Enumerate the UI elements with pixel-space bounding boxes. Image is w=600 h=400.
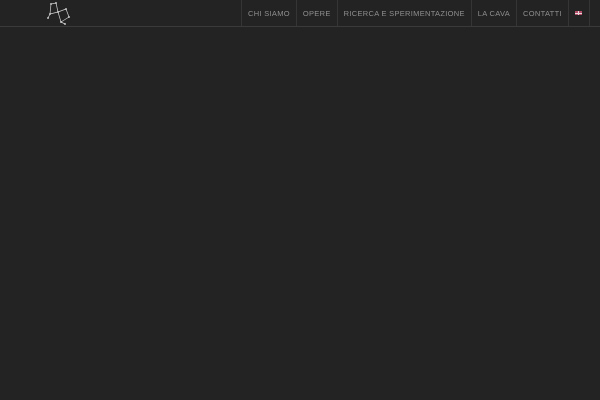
site-header: CHI SIAMO OPERE RICERCA E SPERIMENTAZION…: [0, 0, 600, 27]
nav-item-ricerca-e-sperimentazione[interactable]: RICERCA E SPERIMENTAZIONE: [338, 0, 472, 26]
main-nav: CHI SIAMO OPERE RICERCA E SPERIMENTAZION…: [241, 0, 590, 26]
nav-item-chi-siamo[interactable]: CHI SIAMO: [242, 0, 297, 26]
uk-flag-icon: [574, 11, 582, 15]
nav-item-opere[interactable]: OPERE: [297, 0, 338, 26]
page: CHI SIAMO OPERE RICERCA E SPERIMENTAZION…: [0, 0, 600, 400]
constellation-logo-icon: [47, 2, 70, 25]
nav-item-la-cava[interactable]: LA CAVA: [472, 0, 518, 26]
logo-link[interactable]: [44, 1, 72, 25]
language-switch[interactable]: [569, 0, 590, 26]
nav-item-contatti[interactable]: CONTATTI: [517, 0, 569, 26]
main-content: [0, 27, 600, 400]
